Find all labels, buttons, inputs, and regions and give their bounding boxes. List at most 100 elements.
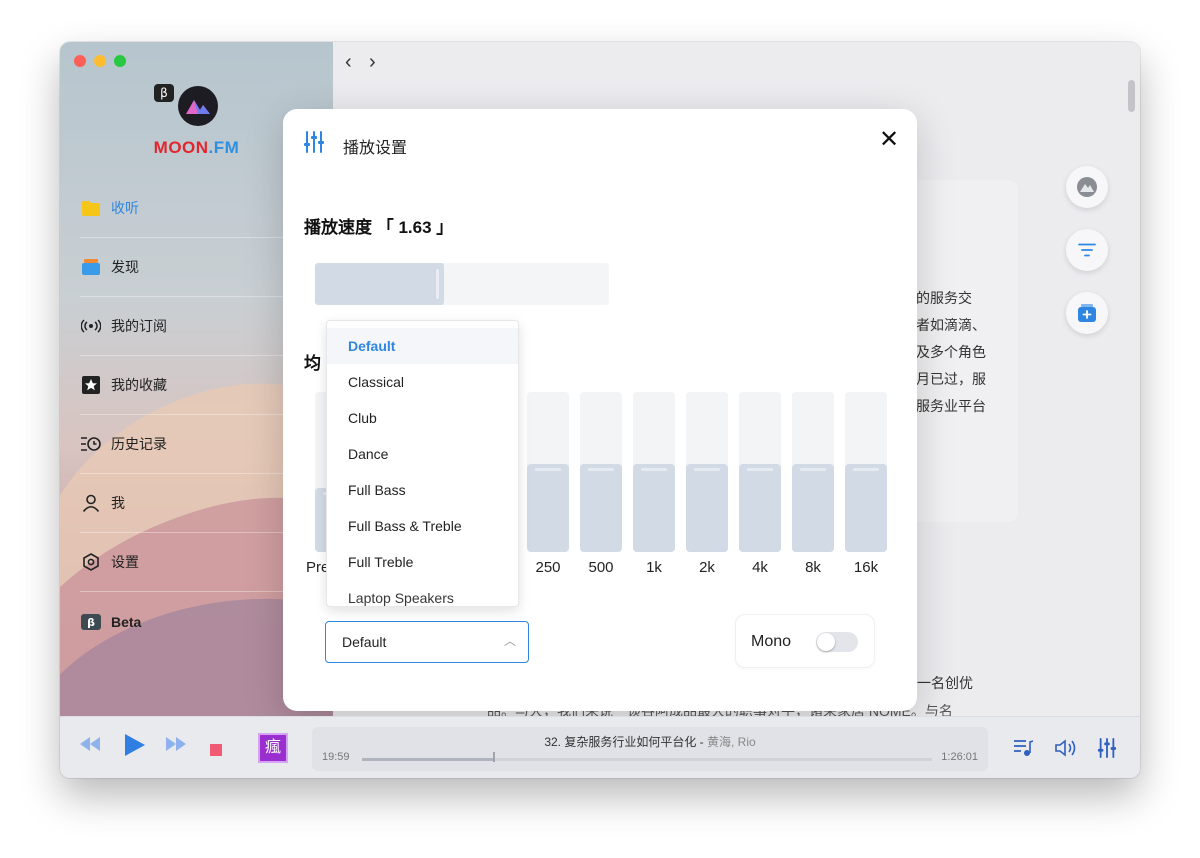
cards-icon [80, 256, 102, 278]
progress-handle[interactable] [493, 752, 495, 762]
speed-slider-fill [315, 263, 444, 305]
episode-cover[interactable]: 瘋 [258, 733, 288, 763]
forward-arrow-icon[interactable]: › [369, 51, 376, 74]
stop-icon[interactable] [210, 743, 222, 761]
description-line: 者如滴滴、 [916, 317, 986, 333]
eq-band-slider[interactable] [739, 392, 781, 552]
sidebar-item-history[interactable]: 历史记录 [80, 415, 315, 474]
sidebar-item-subscriptions[interactable]: 我的订阅 [80, 297, 315, 356]
eq-band-fill [739, 464, 781, 552]
close-icon[interactable]: ✕ [879, 125, 899, 154]
track-title-text: 32. 复杂服务行业如何平台化 - [544, 735, 707, 749]
add-box-icon [1078, 304, 1096, 322]
sidebar-item-label: 发现 [111, 259, 139, 275]
eq-band-fill [686, 464, 728, 552]
zoom-window-button[interactable] [114, 55, 126, 67]
preset-option-full-bass-treble[interactable]: Full Bass & Treble [327, 508, 518, 544]
chevron-up-icon: ︿ [503, 634, 516, 648]
sidebar-item-label: 历史记录 [111, 436, 167, 452]
broadcast-icon [80, 315, 102, 337]
eq-band-fill [580, 464, 622, 552]
settings-icon [80, 551, 102, 573]
brand-name-part2: .FM [208, 138, 240, 157]
eq-band-fill [792, 464, 834, 552]
episode-description: 的服务交 者如滴滴、 及多个角色 月已过，服 服务业平台 [916, 285, 986, 420]
play-icon[interactable] [123, 734, 145, 761]
preset-option-laptop-speakers[interactable]: Laptop Speakers [327, 580, 518, 606]
speed-slider-handle[interactable] [436, 269, 439, 299]
add-to-list-button[interactable] [1066, 292, 1108, 334]
mono-toggle[interactable] [816, 632, 858, 652]
sidebar-item-label: 我的订阅 [111, 318, 167, 334]
back-arrow-icon[interactable]: ‹ [345, 51, 352, 74]
player-bar: 瘋 32. 复杂服务行业如何平台化 - 黄海, Rio 19:59 1:26:0… [60, 716, 1140, 778]
playlist-icon[interactable] [1013, 739, 1034, 762]
volume-icon[interactable] [1055, 739, 1077, 762]
speed-label: 播放速度 「 1.63 」 [304, 218, 454, 237]
eq-band-slider[interactable] [686, 392, 728, 552]
modal-title: 播放设置 [343, 140, 408, 157]
eq-band-slider[interactable] [792, 392, 834, 552]
eq-band-slider[interactable] [845, 392, 887, 552]
description-line: 服务业平台 [916, 398, 986, 414]
eq-band-slider[interactable] [580, 392, 622, 552]
preset-option-club[interactable]: Club [327, 400, 518, 436]
eq-band-fill [633, 464, 675, 552]
star-icon [80, 374, 102, 396]
description-line: 的服务交 [916, 290, 972, 306]
filter-icon [1078, 243, 1096, 257]
filter-button[interactable] [1066, 229, 1108, 271]
sidebar-item-label: 收听 [111, 200, 139, 216]
eq-band-fill [845, 464, 887, 552]
sidebar-item-beta[interactable]: β Beta [80, 592, 315, 651]
progress-fill [362, 758, 493, 761]
preset-option-default[interactable]: Default [327, 328, 518, 364]
mono-setting: Mono [735, 614, 875, 668]
sidebar-item-label: Beta [111, 613, 142, 630]
sidebar-item-label: 我的收藏 [111, 377, 167, 393]
track-artist: 黄海, Rio [707, 735, 756, 749]
total-duration: 1:26:01 [941, 751, 978, 763]
preset-option-dance[interactable]: Dance [327, 436, 518, 472]
eq-band-label: 16k [853, 559, 879, 576]
rewind-icon[interactable] [80, 737, 100, 756]
eq-band-label: 500 [588, 559, 614, 576]
equalizer-settings-icon[interactable] [1097, 738, 1117, 763]
fast-forward-icon[interactable] [166, 737, 186, 756]
eq-band-slider[interactable] [527, 392, 569, 552]
preset-option-classical[interactable]: Classical [327, 364, 518, 400]
close-window-button[interactable] [74, 55, 86, 67]
eq-band-fill [527, 464, 569, 552]
mountain-icon [1077, 177, 1097, 197]
preset-option-full-bass[interactable]: Full Bass [327, 472, 518, 508]
podcast-cover-button[interactable] [1066, 166, 1108, 208]
speed-slider[interactable] [315, 263, 609, 305]
preset-selected-value: Default [342, 634, 387, 650]
user-icon [80, 492, 102, 514]
sidebar-item-label: 我 [111, 495, 125, 511]
scrollbar-thumb[interactable] [1128, 80, 1135, 112]
equalizer-icon [303, 131, 325, 158]
sidebar-item-listen[interactable]: 收听 [80, 179, 315, 238]
sidebar-item-label: 设置 [111, 554, 139, 570]
sidebar-item-favorites[interactable]: 我的收藏 [80, 356, 315, 415]
logo-mountain-icon [186, 100, 210, 114]
elapsed-time: 19:59 [322, 751, 350, 763]
sidebar-item-discover[interactable]: 发现 [80, 238, 315, 297]
track-title: 32. 复杂服务行业如何平台化 - 黄海, Rio [312, 733, 988, 750]
sidebar-item-settings[interactable]: 设置 [80, 533, 315, 592]
progress-bar[interactable] [362, 752, 932, 762]
top-bar: ‹ › [333, 42, 1140, 82]
eq-band-slider[interactable] [633, 392, 675, 552]
folder-icon [80, 197, 102, 219]
preset-dropdown: Default Classical Club Dance Full Bass F… [326, 320, 519, 607]
eq-band-label: 1k [646, 559, 662, 576]
equalizer-preset-select[interactable]: Default ︿ [325, 621, 529, 663]
sidebar-item-me[interactable]: 我 [80, 474, 315, 533]
minimize-window-button[interactable] [94, 55, 106, 67]
eq-band-label: 4k [752, 559, 768, 576]
app-logo [178, 86, 218, 126]
eq-band-label: 8k [805, 559, 821, 576]
eq-band-label: 2k [699, 559, 715, 576]
preset-option-full-treble[interactable]: Full Treble [327, 544, 518, 580]
